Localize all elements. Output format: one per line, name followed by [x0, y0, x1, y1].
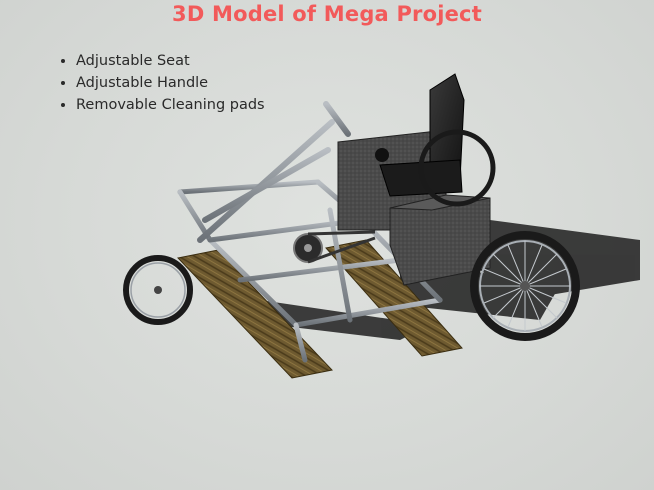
slide-title: 3D Model of Mega Project	[172, 2, 482, 26]
front-wheel	[123, 255, 193, 325]
rear-wheel-front	[470, 231, 580, 341]
feature-item: Adjustable Seat	[76, 50, 265, 72]
handle	[197, 101, 351, 243]
slide: 3D Model of Mega Project Adjustable Seat…	[0, 0, 654, 490]
tricycle-render	[123, 73, 640, 379]
